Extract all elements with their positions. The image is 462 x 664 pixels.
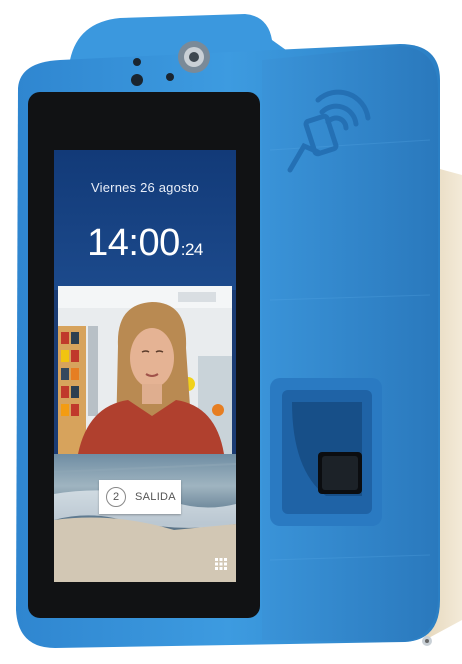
salida-label: SALIDA (135, 491, 176, 503)
background-image (54, 454, 236, 582)
camera-preview (58, 286, 232, 454)
date-label: Viernes 26 agosto (91, 180, 199, 195)
clock-hours-minutes: 14:00 (87, 222, 180, 264)
salida-button[interactable]: 2 SALIDA (99, 480, 181, 514)
salida-number-badge: 2 (106, 487, 126, 507)
clock: 14:00:24 (54, 222, 236, 265)
grid-icon (215, 558, 227, 570)
grid-menu-button[interactable] (212, 555, 230, 573)
screen-header: Viernes 26 agosto 14:00:24 (54, 150, 236, 290)
terminal-screen: Viernes 26 agosto 14:00:24 2 SALIDA (54, 150, 236, 582)
clock-seconds: :24 (180, 240, 204, 259)
